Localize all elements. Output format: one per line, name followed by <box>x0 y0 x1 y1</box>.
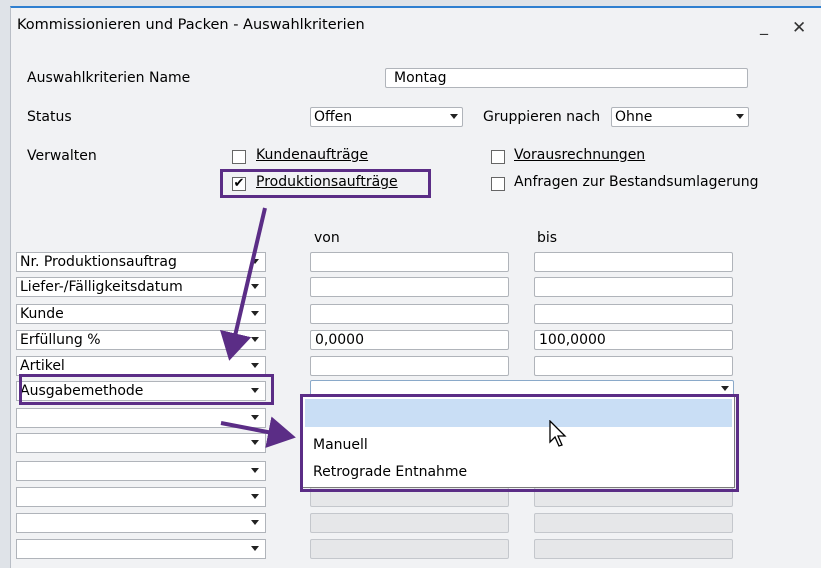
arrow-down-icon <box>219 207 267 361</box>
arrow-right-icon <box>220 416 296 448</box>
annotation-arrows <box>219 207 296 448</box>
